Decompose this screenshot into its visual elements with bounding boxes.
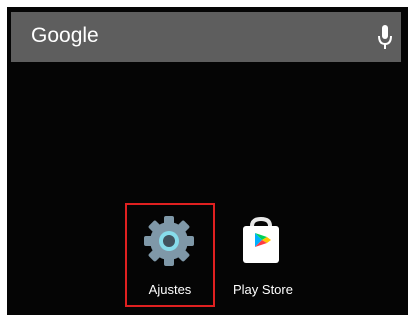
play-store-icon[interactable] <box>233 213 289 269</box>
google-search-label: Google <box>31 24 99 47</box>
settings-app-label: Ajustes <box>148 282 192 297</box>
settings-gear-icon[interactable] <box>141 213 197 269</box>
google-search-bar[interactable]: Google <box>11 12 401 62</box>
microphone-icon[interactable] <box>377 22 393 52</box>
play-store-app-label: Play Store <box>233 282 293 297</box>
